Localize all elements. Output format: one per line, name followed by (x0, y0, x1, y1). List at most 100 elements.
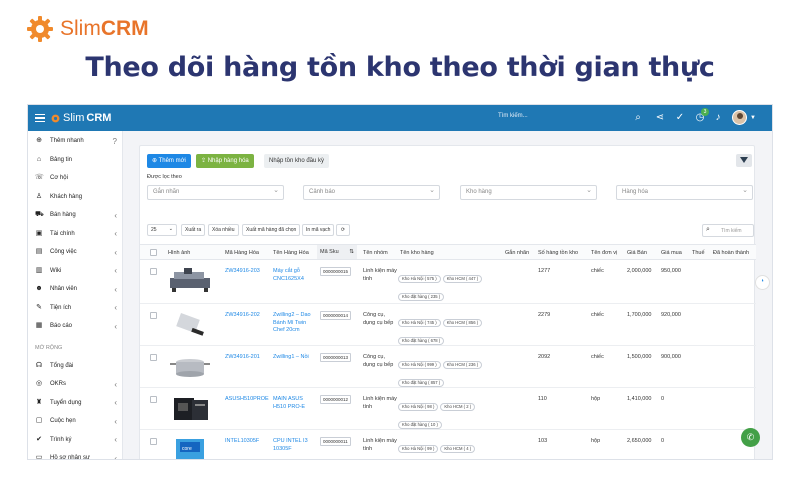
add-new-button[interactable]: ⊕ Thêm mới (147, 154, 191, 168)
row-checkbox[interactable] (150, 312, 157, 319)
column-header[interactable]: Mã Hàng Hóa (225, 250, 259, 256)
chevron-icon: ‹ (114, 321, 117, 331)
gear-logo-icon (27, 16, 53, 42)
product-name-link[interactable]: Zwilling1 – Nồi (273, 354, 317, 362)
export-selected-codes-button[interactable]: Xuất mã hàng đã chọn (242, 224, 301, 236)
sidebar-item-label: OKRs (50, 381, 67, 387)
cost-price: 950,000 (661, 268, 681, 274)
product-name-link[interactable]: Zwilling2 – Dao Bánh Mì Twin Chef 20cm (273, 312, 317, 335)
cleaver-image (168, 310, 212, 338)
sidebar-item[interactable]: ☏ Cơ hội (28, 169, 123, 187)
share-icon[interactable]: ⋖ (654, 112, 666, 124)
column-header[interactable]: Giá Bán (627, 250, 647, 256)
page-size-select[interactable]: 25 ⌄ (147, 224, 177, 236)
sidebar-item[interactable]: ▣ Tài chính ‹ (28, 225, 123, 243)
warehouse-tag: Kho HCM ( 4 ) (440, 445, 476, 453)
product-name-link[interactable]: MAIN ASUS H510 PRO-E (273, 396, 317, 411)
calendar-icon: ▢ (35, 417, 43, 424)
sidebar-item-label: Cuộc hẹn (50, 418, 76, 424)
global-search-input[interactable]: Tìm kiếm... (498, 113, 528, 119)
bell-icon[interactable]: ♪ (712, 112, 724, 124)
search-icon[interactable]: ⌕ (632, 112, 644, 124)
cost-price: 920,000 (661, 312, 681, 318)
product-name-link[interactable]: Máy cắt gỗ CNC1625X4 (273, 268, 317, 283)
table-row[interactable]: core INTEL10305F CPU INTEL I3 10305F 000000… (140, 430, 756, 459)
group-name: Linh kiện máy tính (363, 396, 397, 410)
export-button[interactable]: Xuất ra (181, 224, 206, 236)
app-window: Slim CRM Tìm kiếm... ⌕ ⋖ ✓ ◷ 3 ♪ ▼ ⊕ Thêm … (27, 104, 773, 460)
table-row[interactable]: ZW34916-203 Máy cắt gỗ CNC1625X4 000000001… (140, 260, 756, 304)
stock-count: 1277 (538, 268, 551, 274)
filter-alert-select[interactable]: Cảnh báo (303, 184, 440, 200)
table-row[interactable]: ZW34916-202 Zwilling2 – Dao Bánh Mì Twin … (140, 304, 756, 346)
column-header[interactable]: Giá mua (661, 250, 682, 256)
import-opening-stock-button[interactable]: Nhập tồn kho đầu kỳ (264, 154, 330, 168)
table-row[interactable]: ASUSH510PROE MAIN ASUS H510 PRO-E 00000000… (140, 388, 756, 430)
sidebar-item[interactable]: ♜ Tuyển dụng ‹ (28, 394, 123, 412)
group-name: Linh kiện máy tính (363, 268, 397, 282)
sidebar-item[interactable]: ☻ Nhân viên ‹ (28, 280, 123, 298)
product-code-link[interactable]: ASUSH510PROE (225, 396, 271, 404)
app-logo[interactable]: Slim CRM (50, 112, 111, 124)
row-checkbox[interactable] (150, 396, 157, 403)
sidebar-item[interactable]: ♙ Khách hàng (28, 188, 123, 206)
row-checkbox[interactable] (150, 268, 157, 275)
grad-icon: ♜ (35, 398, 43, 406)
sidebar-item[interactable]: ✔ Trình ký ‹ (28, 431, 123, 449)
sidebar-item[interactable]: ▤ Công việc ‹ (28, 243, 123, 261)
group-name: Công cụ, dụng cụ bếp (363, 312, 394, 326)
row-checkbox[interactable] (150, 438, 157, 445)
print-barcode-button[interactable]: In mã vạch (302, 224, 335, 236)
row-checkbox[interactable] (150, 354, 157, 361)
top-bar: Slim CRM Tìm kiếm... ⌕ ⋖ ✓ ◷ 3 ♪ ▼ (28, 105, 772, 131)
column-header[interactable]: Tên đơn vị (591, 250, 617, 256)
product-code-link[interactable]: INTEL10305F (225, 438, 271, 446)
column-header[interactable]: Tên nhóm (363, 250, 388, 256)
chevron-down-icon[interactable]: ▼ (750, 115, 756, 121)
hamburger-menu-icon[interactable] (35, 114, 45, 122)
gear-logo-icon (51, 114, 60, 122)
column-header[interactable]: Hình ảnh (168, 250, 190, 256)
motherboard-image (168, 394, 212, 422)
filter-icon[interactable] (736, 154, 752, 167)
refresh-icon[interactable]: ⟳ (336, 224, 350, 236)
sidebar-item[interactable]: ▢ Cuộc hẹn ‹ (28, 412, 123, 430)
product-code-link[interactable]: ZW34916-203 (225, 268, 271, 276)
filter-goods-select[interactable]: Hàng hóa (616, 184, 753, 200)
avatar[interactable] (732, 110, 747, 125)
sidebar-item-label: Wiki (50, 267, 62, 274)
sidebar-item[interactable]: ⛟ Bán hàng ‹ (28, 206, 123, 224)
bulk-delete-button[interactable]: Xóa nhiều (208, 224, 239, 236)
sale-price: 1,410,000 (627, 396, 652, 402)
sidebar-item[interactable]: ◎ OKRs ‹ (28, 375, 123, 393)
column-header-sorted[interactable]: Mã Sku ⇅ (317, 245, 357, 259)
sidebar-item[interactable]: ⊕ Thêm nhanh? (28, 132, 123, 150)
table-search-input[interactable]: ⌕ Tìm kiếm (702, 224, 754, 237)
select-all-checkbox[interactable] (150, 249, 157, 256)
sidebar-item[interactable]: ☊ Tổng đài (28, 357, 123, 375)
chevron-icon: ‹ (114, 453, 117, 460)
sidebar-item-label: Nhân viên (50, 286, 78, 292)
call-button[interactable]: ✆ (741, 428, 760, 447)
sidebar-item[interactable]: ⌂ Bảng tin (28, 151, 123, 169)
filter-warehouse-select[interactable]: Kho hàng (460, 184, 597, 200)
sidebar-item[interactable]: ▥ Wiki ‹ (28, 262, 123, 280)
product-code-link[interactable]: ZW34916-201 (225, 354, 271, 362)
warehouse-tags: Kho Hà Nội ( 745 ) Kho HCM ( 856 ) Kho đặt… (398, 311, 504, 347)
filter-tag-select[interactable]: Gắn nhãn (147, 184, 284, 200)
import-goods-button[interactable]: ⇪ Nhập hàng hóa (196, 154, 254, 168)
column-header[interactable]: Đã hoàn thành (713, 250, 749, 256)
column-header[interactable]: Số hàng tồn kho (538, 250, 578, 256)
sidebar-item[interactable]: ▦ Báo cáo ‹ (28, 317, 123, 335)
table-row[interactable]: ZW34916-201 Zwilling1 – Nồi 0000000013 Công… (140, 346, 756, 388)
column-header[interactable]: Tên kho hàng (400, 250, 434, 256)
sidebar-item[interactable]: ▭ Hồ sơ nhân sự ‹ (28, 449, 123, 460)
sidebar-item[interactable]: ✎ Tiện ích ‹ (28, 299, 123, 317)
product-name-link[interactable]: CPU INTEL I3 10305F (273, 438, 317, 453)
product-code-link[interactable]: ZW34916-202 (225, 312, 271, 320)
column-header[interactable]: Thuế (692, 250, 705, 256)
column-header[interactable]: Tên Hàng Hóa (273, 250, 309, 256)
column-header[interactable]: Gắn nhãn (505, 250, 529, 256)
help-bubble-icon[interactable]: ❛ (755, 275, 770, 290)
check-icon[interactable]: ✓ (674, 112, 686, 124)
